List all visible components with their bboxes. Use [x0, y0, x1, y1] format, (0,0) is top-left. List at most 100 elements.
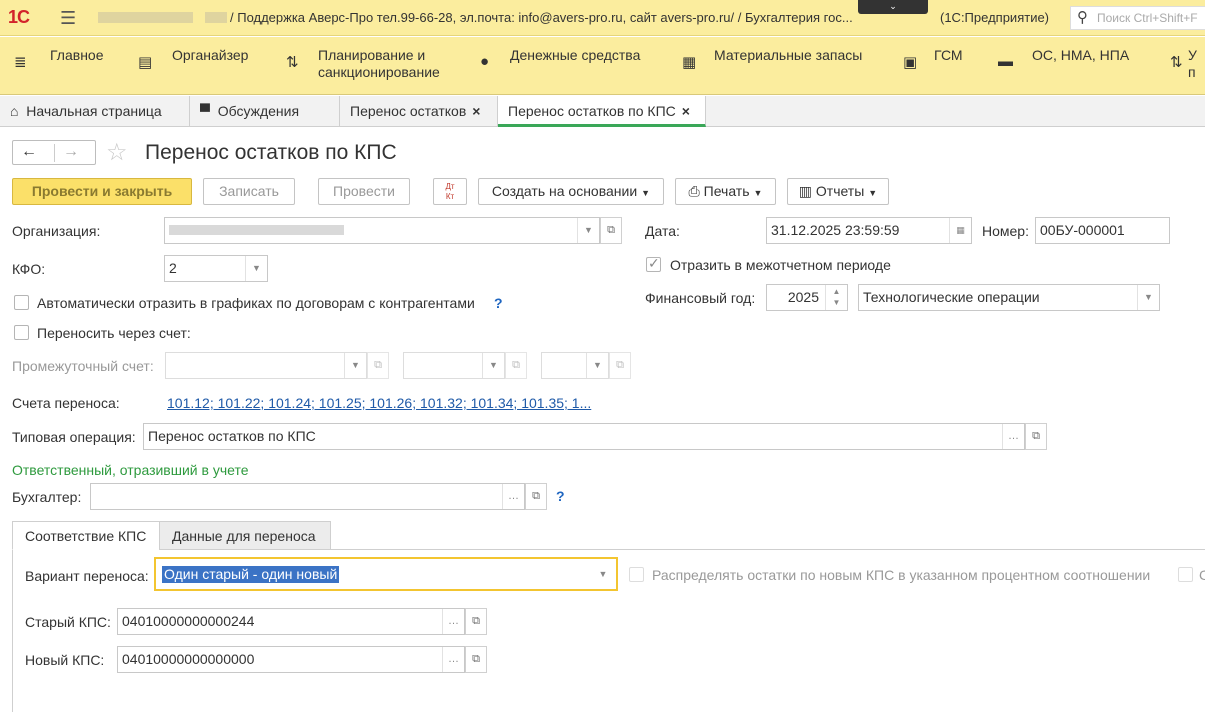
- collapse-panel-button[interactable]: ⌄: [858, 0, 928, 14]
- tab-kps-mapping[interactable]: Соответствие КПС: [12, 521, 160, 550]
- variant-select[interactable]: Один старый - один новый ▼: [154, 557, 618, 591]
- calendar-icon[interactable]: ▦: [949, 218, 971, 243]
- transfer-via-account-label: Переносить через счет:: [37, 325, 191, 341]
- back-arrow-icon[interactable]: ←: [21, 143, 37, 161]
- auto-reflect-checkbox[interactable]: [14, 295, 29, 310]
- open-icon[interactable]: ⧉: [609, 352, 631, 379]
- distribute-checkbox[interactable]: [629, 567, 644, 582]
- search-placeholder: Поиск Ctrl+Shift+F: [1097, 11, 1198, 25]
- open-icon[interactable]: ⧉: [465, 608, 487, 635]
- accountant-field[interactable]: …: [90, 483, 525, 510]
- dt-kt-icon[interactable]: Дт Кт: [433, 178, 467, 205]
- button-label: Печать: [703, 183, 750, 199]
- grid-icon: ▦: [682, 54, 697, 71]
- print-button[interactable]: ⎙ Печать ▼: [675, 178, 776, 205]
- section-organizer[interactable]: Органайзер: [172, 47, 248, 64]
- app-logo: 1С: [8, 7, 30, 27]
- close-icon[interactable]: ×: [682, 103, 690, 119]
- tab-transfer-data[interactable]: Данные для переноса: [159, 521, 331, 550]
- search-box[interactable]: ⚲ Поиск Ctrl+Shift+F: [1070, 6, 1205, 30]
- section-fuel[interactable]: ГСМ: [934, 47, 963, 64]
- kfo-field[interactable]: 2 ▼: [164, 255, 268, 282]
- chevron-down-icon[interactable]: ▼: [344, 353, 366, 378]
- open-icon[interactable]: ⧉: [465, 646, 487, 673]
- open-icon[interactable]: ⧉: [505, 352, 527, 379]
- old-kps-field[interactable]: 04010000000000244 …: [117, 608, 465, 635]
- chevron-down-icon[interactable]: ▼: [482, 353, 504, 378]
- chevron-down-icon: ▼: [868, 188, 878, 198]
- forward-arrow-icon[interactable]: →: [63, 143, 79, 161]
- chat-icon: ▀: [200, 103, 210, 119]
- post-button[interactable]: Провести: [318, 178, 410, 205]
- planning-icon: ⇅: [286, 54, 299, 71]
- transfer-via-account-checkbox[interactable]: [14, 325, 29, 340]
- chevron-down-icon[interactable]: ▼: [1137, 285, 1159, 310]
- date-label: Дата:: [645, 223, 680, 239]
- section-main[interactable]: Главное: [50, 47, 104, 64]
- tab-home[interactable]: ⌂ Начальная страница: [0, 96, 190, 127]
- button-label: Создать на основании: [491, 183, 638, 199]
- sections-panel: ≣ Главное ▤ Органайзер ⇅ Планирование и …: [0, 37, 1205, 95]
- section-planning[interactable]: Планирование и санкционирование: [318, 47, 440, 81]
- chevron-down-icon[interactable]: ▼: [245, 256, 267, 281]
- divider: [54, 144, 55, 162]
- organization-field[interactable]: ▼: [164, 217, 600, 244]
- redacted-text: [98, 12, 193, 23]
- financial-year-field[interactable]: 2025 ▲ ▼: [766, 284, 848, 311]
- subconto-1-field[interactable]: ▼: [403, 352, 505, 379]
- number-field[interactable]: 00БУ-000001: [1035, 217, 1170, 244]
- section-materials[interactable]: Материальные запасы: [714, 47, 862, 64]
- new-kps-field[interactable]: 04010000000000000 …: [117, 646, 465, 673]
- section-fixed-assets[interactable]: ОС, НМА, НПА: [1032, 47, 1129, 64]
- chevron-down-icon[interactable]: ▼: [586, 353, 608, 378]
- open-tabs: ⌂ Начальная страница ▀ Обсуждения Перено…: [0, 96, 1205, 127]
- spinner-icon[interactable]: ▲ ▼: [825, 285, 847, 310]
- section-money[interactable]: Денежные средства: [510, 47, 640, 64]
- extra-checkbox[interactable]: [1178, 567, 1193, 582]
- navigation-buttons: ← →: [12, 140, 96, 165]
- open-icon[interactable]: ⧉: [525, 483, 547, 510]
- post-and-close-button[interactable]: Провести и закрыть: [12, 178, 192, 205]
- truck-icon: ▬: [998, 53, 1013, 70]
- tab-transfer[interactable]: Перенос остатков ×: [340, 96, 498, 127]
- title-bar: 1С ☰ / Поддержка Аверс-Про тел.99-66-28,…: [0, 0, 1205, 36]
- tab-discussions[interactable]: ▀ Обсуждения: [190, 96, 340, 127]
- transfer-accounts-link[interactable]: 101.12; 101.22; 101.24; 101.25; 101.26; …: [167, 395, 591, 411]
- create-based-on-button[interactable]: Создать на основании ▼: [478, 178, 664, 205]
- app-name: (1С:Предприятие): [940, 10, 1050, 25]
- ellipsis-icon[interactable]: …: [442, 609, 464, 634]
- favorite-star-icon[interactable]: ☆: [106, 138, 128, 167]
- sort-icon: ⇅: [1170, 54, 1183, 71]
- chevron-down-icon[interactable]: ▼: [590, 559, 616, 589]
- interperiod-checkbox[interactable]: [646, 255, 661, 272]
- date-field[interactable]: 31.12.2025 23:59:59 ▦: [766, 217, 972, 244]
- ellipsis-icon[interactable]: …: [1002, 424, 1024, 449]
- old-kps-value: 04010000000000244: [122, 613, 255, 629]
- intermediate-account-field[interactable]: ▼: [165, 352, 367, 379]
- new-kps-label: Новый КПС:: [25, 652, 105, 668]
- printer-icon: ⎙: [688, 183, 700, 199]
- button-label: Отчеты: [815, 183, 865, 199]
- typical-operation-field[interactable]: Перенос остатков по КПС …: [143, 423, 1025, 450]
- open-icon[interactable]: ⧉: [367, 352, 389, 379]
- ellipsis-icon[interactable]: …: [502, 484, 524, 509]
- help-icon[interactable]: ?: [494, 295, 503, 311]
- new-kps-value: 04010000000000000: [122, 651, 255, 667]
- financial-year-value: 2025: [787, 289, 819, 305]
- distribute-label: Распределять остатки по новым КПС в указ…: [652, 567, 1151, 583]
- tab-transfer-kps[interactable]: Перенос остатков по КПС ×: [498, 96, 706, 127]
- open-icon[interactable]: ⧉: [600, 217, 622, 244]
- ellipsis-icon[interactable]: …: [442, 647, 464, 672]
- close-icon[interactable]: ×: [472, 103, 480, 119]
- tab-label: Перенос остатков по КПС: [508, 103, 676, 119]
- subconto-2-field[interactable]: ▼: [541, 352, 609, 379]
- reports-button[interactable]: ▥ Отчеты ▼: [787, 178, 889, 205]
- save-button[interactable]: Записать: [203, 178, 295, 205]
- technological-operations-field[interactable]: Технологические операции ▼: [858, 284, 1160, 311]
- chevron-down-icon[interactable]: ▼: [577, 218, 599, 243]
- help-icon[interactable]: ?: [556, 488, 565, 504]
- main-menu-icon[interactable]: ☰: [60, 8, 76, 29]
- intermediate-account-label: Промежуточный счет:: [12, 358, 154, 374]
- open-icon[interactable]: ⧉: [1025, 423, 1047, 450]
- section-more[interactable]: У п: [1188, 47, 1197, 81]
